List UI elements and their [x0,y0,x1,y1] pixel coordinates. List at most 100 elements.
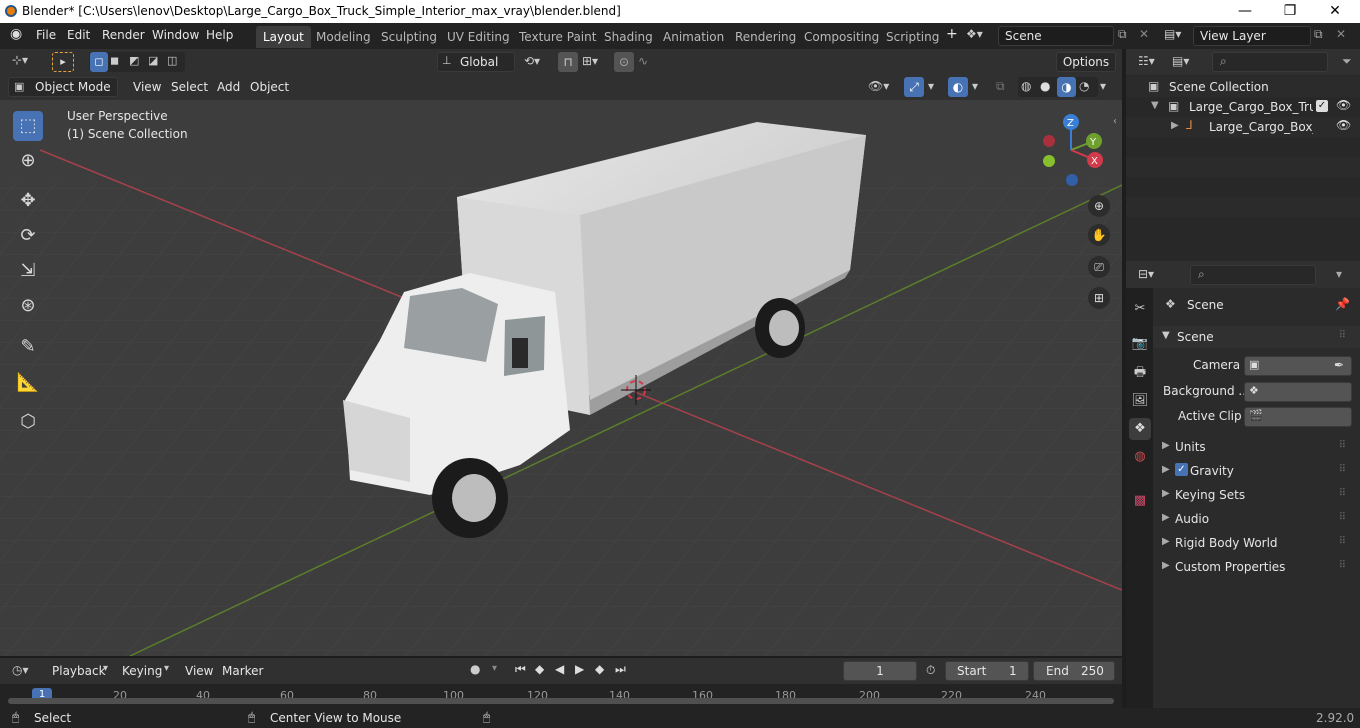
tool-add-cube[interactable]: ⬡ [13,407,43,437]
tool-properties-icon[interactable]: ✂ [1129,298,1151,320]
scene-name-field[interactable]: Scene [998,26,1114,46]
scene-selector-icon[interactable]: ❖▾ [966,27,983,41]
perspective-grid-icon[interactable]: ⊞ [1088,287,1110,309]
tab-sculpting[interactable]: Sculpting [374,26,444,48]
viewport-menu-object[interactable]: Object [250,80,289,94]
gizmo-dropdown-icon[interactable]: ▾ [928,79,934,93]
gizmo-toggle-icon[interactable]: ⤢ [904,77,924,97]
shading-dropdown-icon[interactable]: ▾ [1100,79,1106,93]
gravity-checkbox[interactable]: ✓ [1175,463,1188,476]
subpanel-audio[interactable]: ▶ Audio ⠿ [1153,508,1360,530]
expand-arrow-icon[interactable]: ▼ [1151,100,1159,111]
remove-view-layer-icon[interactable]: ✕ [1336,27,1346,41]
menu-help[interactable]: Help [206,28,233,42]
menu-file[interactable]: File [36,28,56,42]
world-properties-icon[interactable]: ◍ [1129,446,1151,468]
tab-shading[interactable]: Shading [597,26,660,48]
drag-handle-icon[interactable]: ⠿ [1339,330,1346,341]
select-invert-icon[interactable]: ◪ [148,54,158,67]
outliner-editor-type-icon[interactable]: ☷▾ [1138,54,1155,68]
subpanel-custom-properties[interactable]: ▶ Custom Properties ⠿ [1153,556,1360,578]
wireframe-shading-icon[interactable]: ◍ [1021,79,1031,93]
minimize-button[interactable]: — [1222,0,1268,23]
subpanel-keying-sets[interactable]: ▶ Keying Sets ⠿ [1153,484,1360,506]
camera-view-icon[interactable]: ⎚ [1088,256,1110,278]
panel-header-scene[interactable]: ▼ Scene ⠿ [1153,326,1360,348]
subpanel-rigid-body-world[interactable]: ▶ Rigid Body World ⠿ [1153,532,1360,554]
timeline-menu-marker[interactable]: Marker [222,664,263,678]
proportional-edit-icon[interactable]: ⊙ [614,52,634,72]
sidebar-toggle-icon[interactable]: ‹ [1113,116,1117,127]
tab-animation[interactable]: Animation [656,26,731,48]
snap-target-icon[interactable]: ⊞▾ [582,54,598,68]
maximize-button[interactable]: ❐ [1267,0,1313,23]
auto-keying-icon[interactable]: ● [470,662,480,676]
scene-properties-icon[interactable]: ❖ [1129,418,1151,440]
jump-end-icon[interactable]: ⏭ [615,662,626,677]
zoom-icon[interactable]: ⊕ [1088,195,1110,217]
timeline-menu-playback[interactable]: Playback [52,664,106,678]
properties-options-icon[interactable]: ▾ [1336,267,1342,281]
tab-texture-paint[interactable]: Texture Paint [512,26,603,48]
pin-icon[interactable]: 📌 [1335,297,1350,311]
navigation-gizmo[interactable]: Z Y X [1036,112,1114,192]
menu-window[interactable]: Window [152,28,199,42]
overlay-toggle-icon[interactable]: ◐ [948,77,968,97]
menu-render[interactable]: Render [102,28,145,42]
drag-handle-icon[interactable]: ⠿ [1339,440,1346,451]
background-scene-field[interactable] [1244,382,1352,402]
play-icon[interactable]: ▶ [575,662,584,676]
current-frame-field[interactable]: 1 [843,661,917,681]
add-workspace-button[interactable]: + [946,26,958,42]
keying-dropdown-icon[interactable]: ▾ [492,663,497,674]
tab-uv-editing[interactable]: UV Editing [440,26,517,48]
3d-viewport[interactable]: User Perspective (1) Scene Collection ⬚ … [0,100,1122,656]
subpanel-gravity[interactable]: ▶ ✓ Gravity ⠿ [1153,460,1360,482]
visibility-eye-icon[interactable]: 👁 [1336,98,1351,112]
outliner-row-object[interactable]: ▶ ⅃ Large_Cargo_Box_Tr 👁 [1126,117,1360,137]
editor-type-icon[interactable]: ⊹▾ [12,53,28,67]
visibility-eye-icon[interactable]: 👁 [1336,118,1351,132]
exclude-checkbox[interactable]: ✓ [1316,100,1328,112]
timeline-scrollbar[interactable] [8,698,1114,704]
rendered-shading-icon[interactable]: ◔ [1079,79,1089,93]
select-intersect-icon[interactable]: ◫ [167,54,177,67]
options-dropdown[interactable]: Options [1056,52,1116,72]
view-layer-properties-icon[interactable]: 🖼 [1129,390,1151,412]
tab-scripting[interactable]: Scripting [879,26,946,48]
tool-scale[interactable]: ⇲ [13,256,43,286]
properties-search-input[interactable] [1190,265,1316,285]
overlay-dropdown-icon[interactable]: ▾ [972,79,978,93]
timeline-editor-type-icon[interactable]: ◷▾ [12,663,29,677]
remove-scene-icon[interactable]: ✕ [1139,27,1149,41]
viewport-menu-select[interactable]: Select [171,80,208,94]
outliner-filter-icon[interactable]: ⏷ [1342,54,1352,69]
subpanel-units[interactable]: ▶ Units ⠿ [1153,436,1360,458]
visibility-eye-icon[interactable]: 👁▾ [868,79,889,93]
preview-range-icon[interactable]: ⏱ [926,663,935,678]
prev-keyframe-icon[interactable]: ◆ [535,662,544,676]
select-new-icon[interactable]: ◻ [90,52,108,72]
select-subtract-icon[interactable]: ◩ [129,54,139,67]
tool-annotate[interactable]: ✎ [13,332,43,362]
blender-menu-icon[interactable]: ◉ [10,26,22,42]
properties-editor-type-icon[interactable]: ⊟▾ [1138,267,1154,281]
new-scene-icon[interactable]: ⧉ [1118,27,1127,42]
play-reverse-icon[interactable]: ◀ [555,662,564,676]
tool-cursor[interactable]: ⊕ [13,146,43,176]
texture-properties-icon[interactable]: ▩ [1129,490,1151,512]
viewport-menu-view[interactable]: View [133,80,161,94]
tool-select-box[interactable]: ⬚ [13,111,43,141]
timeline-menu-view[interactable]: View [185,664,213,678]
view-layer-selector-icon[interactable]: ▤▾ [1164,27,1181,41]
material-preview-icon[interactable]: ◑ [1057,77,1076,97]
drag-handle-icon[interactable]: ⠿ [1339,488,1346,499]
menu-edit[interactable]: Edit [67,28,90,42]
next-keyframe-icon[interactable]: ◆ [595,662,604,676]
close-button[interactable]: ✕ [1312,0,1358,23]
tab-compositing[interactable]: Compositing [797,26,886,48]
display-mode-icon[interactable]: ▤▾ [1172,54,1189,68]
tab-layout[interactable]: Layout [256,26,311,48]
snap-toggle-icon[interactable]: ⊓ [558,52,578,72]
xray-toggle-icon[interactable]: ⧉ [996,79,1005,94]
